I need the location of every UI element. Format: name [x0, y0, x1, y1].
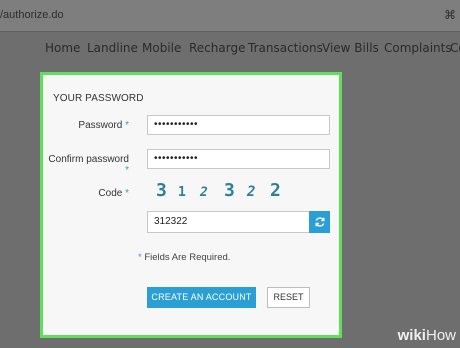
refresh-captcha-button[interactable] — [309, 211, 330, 233]
nav-item-transactions[interactable]: Transactions — [248, 41, 323, 55]
nav-item-mobile[interactable]: Mobile — [142, 41, 181, 55]
required-mark: * — [138, 252, 142, 263]
required-note: * Fields Are Required. — [138, 252, 231, 263]
captcha-char: 2 — [247, 184, 256, 200]
confirm-password-field[interactable]: ••••••••••• — [147, 149, 330, 169]
wikihow-watermark: wikiHow — [397, 327, 456, 344]
captcha-char: 2 — [270, 180, 281, 201]
required-mark: * — [125, 165, 129, 176]
nav-item-complaints[interactable]: Complaints — [384, 41, 452, 55]
url-text: /authorize.do — [0, 9, 64, 21]
nav-item-more[interactable]: Co — [450, 41, 460, 55]
code-label: Code * — [98, 188, 129, 199]
browser-address-bar[interactable]: /authorize.do ⌘ — [0, 0, 460, 32]
password-label: Password * — [78, 120, 129, 131]
required-mark: * — [125, 120, 129, 131]
captcha-char: 2 — [200, 185, 208, 200]
code-input[interactable]: 312322 — [147, 211, 311, 233]
key-icon[interactable]: ⌘ — [444, 8, 456, 22]
nav-item-landline[interactable]: Landline — [87, 41, 138, 55]
nav-item-view-bills[interactable]: View Bills — [322, 41, 379, 55]
create-account-button[interactable]: CREATE AN ACCOUNT — [147, 287, 256, 308]
password-dialog: YOUR PASSWORD Password * ••••••••••• Con… — [40, 72, 342, 338]
dialog-title: YOUR PASSWORD — [53, 93, 144, 104]
captcha-char: 3 — [156, 180, 167, 201]
captcha-char: 3 — [224, 180, 235, 201]
confirm-password-label: Confirm password * — [48, 154, 129, 176]
password-field[interactable]: ••••••••••• — [147, 115, 330, 135]
main-nav: Home Landline Mobile Recharge Transactio… — [0, 36, 460, 60]
captcha-char: 1 — [178, 185, 186, 200]
nav-item-home[interactable]: Home — [45, 41, 80, 55]
refresh-icon — [315, 217, 324, 227]
required-mark: * — [125, 188, 129, 199]
nav-item-recharge[interactable]: Recharge — [189, 41, 245, 55]
reset-button[interactable]: RESET — [267, 287, 310, 308]
